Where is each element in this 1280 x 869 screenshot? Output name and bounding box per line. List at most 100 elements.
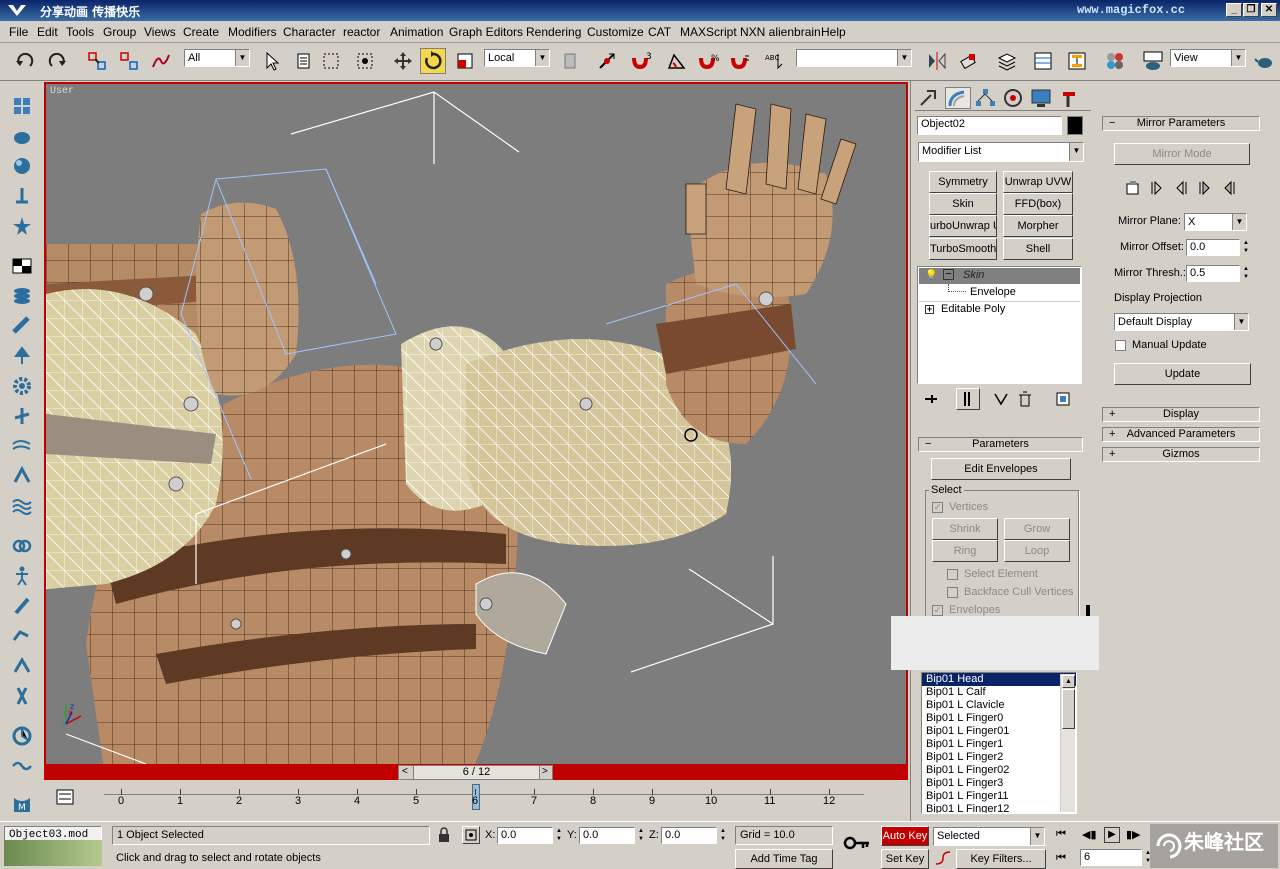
key-mode-toggle-icon[interactable]: ⏮ xyxy=(1056,852,1066,865)
current-frame-input[interactable]: 6 xyxy=(1080,849,1142,866)
go-to-start-icon[interactable]: ⏮ xyxy=(1056,828,1066,841)
minimize-button[interactable]: _ xyxy=(1226,3,1242,17)
bone-button[interactable] xyxy=(8,593,36,619)
display-tab-button[interactable] xyxy=(8,403,36,429)
display-tab[interactable] xyxy=(1029,87,1055,109)
mirror-right-verts-icon[interactable] xyxy=(1196,179,1214,197)
menu-cat[interactable]: CAT xyxy=(648,25,671,39)
bone-item[interactable]: Bip01 L Finger01 xyxy=(922,725,1076,738)
display-rollout-header[interactable]: + Display xyxy=(1102,407,1260,422)
symmetry-modifier-button[interactable]: Symmetry xyxy=(929,171,997,193)
restore-button[interactable]: ❐ xyxy=(1243,3,1259,17)
mirror-button[interactable] xyxy=(924,48,950,74)
menu-nxn-alienbrain[interactable]: NXN alienbrain xyxy=(740,25,821,39)
utilities-tab[interactable] xyxy=(1057,87,1083,109)
bone-item[interactable]: Bip01 L Clavicle xyxy=(922,699,1076,712)
geometry-button[interactable] xyxy=(8,253,36,279)
unwrap-uvw-modifier-button[interactable]: Unwrap UVW xyxy=(1003,171,1073,193)
menu-graph-editors[interactable]: Graph Editors xyxy=(449,25,523,39)
select-by-name-button[interactable] xyxy=(288,48,314,74)
edit-envelopes-button[interactable]: Edit Envelopes xyxy=(931,458,1071,480)
grow-button[interactable]: Grow xyxy=(1004,518,1070,540)
configure-modifier-sets-button[interactable] xyxy=(1054,390,1074,410)
create-tab[interactable] xyxy=(917,87,943,109)
menu-character[interactable]: Character xyxy=(283,25,336,39)
bones-list-scrollbar[interactable]: ▲ xyxy=(1060,674,1075,812)
mini-curve-editor-button[interactable] xyxy=(56,789,74,808)
bone-item[interactable]: Bip01 L Finger3 xyxy=(922,777,1076,790)
bones-list[interactable]: Bip01 Head Bip01 L Calf Bip01 L Clavicle… xyxy=(921,672,1077,814)
mirror-thresh-input[interactable]: 0.5 xyxy=(1186,265,1240,282)
selection-lock-button[interactable] xyxy=(437,827,451,846)
perspective-viewport[interactable] xyxy=(44,82,908,764)
named-selection-sets-dropdown[interactable]: ▼ xyxy=(796,49,912,67)
add-time-tag-button[interactable]: Add Time Tag xyxy=(735,849,833,869)
utilities-tab-button[interactable] xyxy=(8,433,36,459)
stack-item-skin[interactable]: 💡 − Skin xyxy=(919,268,1080,284)
schematic-view-button[interactable] xyxy=(1064,48,1090,74)
set-key-button[interactable]: Set Key xyxy=(881,849,929,869)
parameters-rollout-header[interactable]: − Parameters xyxy=(918,437,1083,452)
ring-button[interactable]: Ring xyxy=(932,540,998,562)
select-object-button[interactable] xyxy=(258,48,284,74)
close-button[interactable]: ✕ xyxy=(1261,3,1277,17)
time-slider-label[interactable]: 6 / 12 xyxy=(413,766,540,779)
select-and-link-button[interactable] xyxy=(84,48,110,74)
window-crossing-button[interactable] xyxy=(352,48,378,74)
select-and-scale-button[interactable] xyxy=(452,48,478,74)
x-coordinate-input[interactable]: 0.0 xyxy=(497,827,553,844)
material-editor-button[interactable] xyxy=(1102,48,1128,74)
menu-modifiers[interactable]: Modifiers xyxy=(228,25,277,39)
shell-modifier-button[interactable]: Shell xyxy=(1003,238,1073,260)
menu-edit[interactable]: Edit xyxy=(37,25,58,39)
link-tool-button[interactable] xyxy=(8,533,36,559)
paste-bones-icon[interactable] xyxy=(1124,179,1142,197)
key-filters-button[interactable]: Key Filters... xyxy=(956,849,1046,869)
expand-icon[interactable]: + xyxy=(925,305,934,314)
make-unique-button[interactable] xyxy=(992,390,1012,410)
modifier-stack-list[interactable]: 💡 − Skin Envelope + Editable Poly xyxy=(917,266,1082,384)
layer-manager-button[interactable] xyxy=(994,48,1020,74)
backface-cull-checkbox[interactable] xyxy=(947,587,958,598)
remove-modifier-button[interactable] xyxy=(1016,390,1036,410)
scroll-up-icon[interactable]: ▲ xyxy=(1062,675,1075,688)
rectangular-selection-button[interactable] xyxy=(318,48,344,74)
z-coordinate-spinner[interactable]: ▲ ▼ xyxy=(718,827,728,844)
play-icon[interactable]: ▶ xyxy=(1104,827,1120,843)
lights-button[interactable] xyxy=(8,153,36,179)
previous-frame-icon[interactable]: ◀▮ xyxy=(1082,828,1097,841)
manual-update-checkbox[interactable] xyxy=(1115,340,1126,351)
pivot-center-button[interactable] xyxy=(558,48,584,74)
skin-modifier-button[interactable]: Skin xyxy=(929,193,997,215)
create-objects-button[interactable] xyxy=(8,93,36,119)
mirror-left-icon[interactable] xyxy=(1172,179,1190,197)
path-button[interactable] xyxy=(8,753,36,779)
bone-item[interactable]: Bip01 L Finger2 xyxy=(922,751,1076,764)
stack-item-envelope[interactable]: Envelope xyxy=(970,286,1016,298)
menu-file[interactable]: File xyxy=(9,25,28,39)
envelopes-checkbox[interactable]: ✓ xyxy=(932,605,943,616)
max-button[interactable]: M xyxy=(8,793,36,819)
manipulate-button[interactable] xyxy=(594,48,620,74)
menu-rendering[interactable]: Rendering xyxy=(526,25,581,39)
redo-button[interactable] xyxy=(44,48,70,74)
advanced-parameters-rollout-header[interactable]: + Advanced Parameters xyxy=(1102,427,1260,442)
cameras-button[interactable] xyxy=(8,183,36,209)
motion-tab[interactable] xyxy=(1001,87,1027,109)
z-coordinate-input[interactable]: 0.0 xyxy=(661,827,717,844)
select-and-move-button[interactable] xyxy=(390,48,416,74)
menu-animation[interactable]: Animation xyxy=(390,25,443,39)
key-selection-dropdown[interactable]: Selected ▼ xyxy=(933,827,1045,846)
auto-key-button[interactable]: Auto Key xyxy=(881,826,929,846)
motion-mixer-button[interactable] xyxy=(8,723,36,749)
menu-views[interactable]: Views xyxy=(144,25,176,39)
turbo-unwrap-uv-modifier-button[interactable]: urboUnwrap UV xyxy=(929,215,997,237)
hierarchy-tab-button[interactable] xyxy=(8,343,36,369)
set-key-toggle-button[interactable] xyxy=(843,832,871,857)
update-button[interactable]: Update xyxy=(1114,363,1251,385)
display-projection-dropdown[interactable]: Default Display ▼ xyxy=(1114,313,1249,331)
show-end-result-button[interactable] xyxy=(956,388,980,410)
next-frame-icon[interactable]: ▮▶ xyxy=(1126,828,1141,841)
biped-button[interactable] xyxy=(8,563,36,589)
mirror-parameters-rollout-header[interactable]: − Mirror Parameters xyxy=(1102,116,1260,131)
